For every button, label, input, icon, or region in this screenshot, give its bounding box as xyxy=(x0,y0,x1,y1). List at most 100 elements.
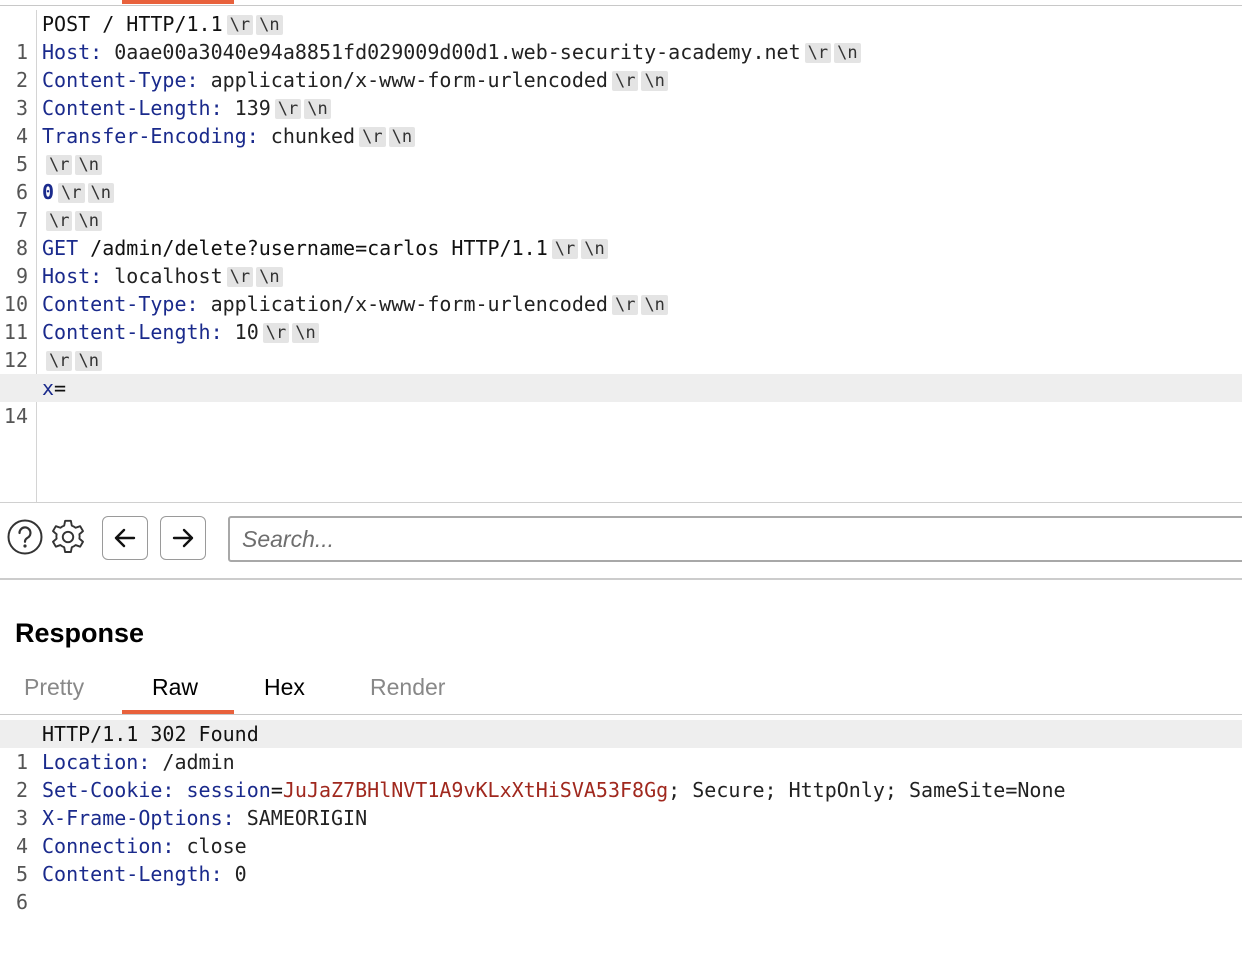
tab-hex[interactable]: Hex xyxy=(264,674,305,701)
lf-marker: \n xyxy=(581,239,608,259)
lf-marker: \n xyxy=(641,295,668,315)
request-line-12: 12 Content-Length: 10 \r \n xyxy=(0,318,1242,372)
cr-marker: \r xyxy=(262,323,290,343)
lf-marker: \n xyxy=(304,99,331,119)
body-param-equals: = xyxy=(54,376,67,400)
lf-marker: \n xyxy=(388,127,416,147)
arrow-right-icon xyxy=(172,528,194,548)
cr-marker: \r xyxy=(274,99,302,119)
header-name: Location xyxy=(42,750,139,774)
status-line: HTTP/1.1 302 Found xyxy=(42,722,259,746)
header-name: Content-Length xyxy=(42,862,211,886)
response-title: Response xyxy=(15,618,145,648)
request-line-7: 7 0 \r \n xyxy=(0,178,1242,232)
settings-button[interactable] xyxy=(49,516,87,558)
tab-pretty[interactable]: Pretty xyxy=(24,674,84,701)
active-tab-indicator xyxy=(122,0,234,4)
request-line-4: 4 Content-Length: 139 \r \n xyxy=(0,94,1242,148)
lf-marker: \n xyxy=(256,15,283,35)
cookie-value: JuJaZ7BHlNVT1A9vKLxXtHiSVA53F8Gg xyxy=(282,778,669,802)
lf-marker: \n xyxy=(292,323,319,343)
cookie-name: session xyxy=(186,778,271,802)
tab-raw[interactable]: Raw xyxy=(152,674,198,701)
request-line-1: 1 POST / HTTP/1.1 \r \n xyxy=(0,10,1242,64)
cookie-attributes: ; Secure; HttpOnly; SameSite=None xyxy=(668,778,1066,802)
smuggled-method: GET xyxy=(42,236,79,260)
cr-marker: \r xyxy=(58,183,85,203)
header-value: 0 xyxy=(234,862,247,886)
tab-render[interactable]: Render xyxy=(370,674,445,701)
top-tab-strip xyxy=(0,0,1242,6)
help-button[interactable] xyxy=(6,516,44,558)
request-line-13: 13 \r\n xyxy=(0,346,1242,400)
header-name: Host xyxy=(42,40,91,64)
editor-toolbar-divider xyxy=(0,502,1242,503)
request-editor[interactable]: 1 POST / HTTP/1.1 \r \n 2 Host: 0aae00a304… xyxy=(0,10,1242,428)
header-value: SAMEORIGIN xyxy=(246,806,368,830)
response-line-4: 4 X-Frame-Options: SAMEORIGIN xyxy=(0,804,1242,858)
request-line-10: 10 Host: localhost \r \n xyxy=(0,262,1242,316)
cr-marker: \r xyxy=(359,127,386,147)
line-number: 6 xyxy=(15,890,28,914)
header-value: chunked xyxy=(270,124,356,148)
request-line-14: 14 x= xyxy=(0,374,1242,428)
cr-marker: \r xyxy=(226,15,254,35)
cr-marker: \r xyxy=(46,351,73,371)
line-number: 14 xyxy=(3,404,28,428)
cr-marker: \r xyxy=(804,43,832,63)
request-line-5: 5 Transfer-Encoding: chunked \r \n xyxy=(0,122,1242,176)
lf-marker: \n xyxy=(75,211,102,231)
lf-marker: \n xyxy=(87,183,115,203)
cr-marker: \r xyxy=(46,155,73,175)
response-line-1: 1 HTTP/1.1 302 Found xyxy=(0,720,1242,774)
arrow-left-icon xyxy=(114,528,136,548)
back-button[interactable] xyxy=(102,516,148,560)
header-name: Content-Length xyxy=(42,320,211,344)
request-line-11: 11 Content-Type: application/x-www-form-… xyxy=(0,290,1242,344)
top-divider xyxy=(0,5,1242,6)
tabs-divider xyxy=(0,714,1242,715)
smuggled-request-line: /admin/delete?username=carlos HTTP/1.1 xyxy=(90,236,548,260)
chunk-size: 0 xyxy=(42,180,55,204)
cr-marker: \r xyxy=(611,71,639,91)
response-line-2: 2 Location: /admin xyxy=(0,748,1242,802)
cr-marker: \r xyxy=(551,239,579,259)
header-value: /admin xyxy=(162,750,235,774)
cr-marker: \r xyxy=(611,295,639,315)
help-circle-icon xyxy=(7,519,43,555)
request-line-3: 3 Content-Type: application/x-www-form-u… xyxy=(0,66,1242,120)
lf-marker: \n xyxy=(75,155,102,175)
header-name: X-Frame-Options xyxy=(42,806,223,830)
request-line-8: 8 \r \n xyxy=(0,206,1242,260)
gear-icon xyxy=(52,519,84,553)
header-value: localhost xyxy=(114,264,223,288)
forward-button[interactable] xyxy=(160,516,206,560)
header-name: Connection xyxy=(42,834,163,858)
header-name: Content-Type xyxy=(42,68,187,92)
lf-marker: \n xyxy=(834,43,861,63)
request-line-6: 6 \r \n xyxy=(0,150,1242,204)
response-viewer[interactable]: 1 HTTP/1.1 302 Found 2 Location: /admin … xyxy=(0,720,1242,914)
header-value: 10 xyxy=(234,320,259,344)
request-line-2: 2 Host: 0aae00a3040e94a8851fd029009d00d1… xyxy=(0,38,1242,92)
cr-marker: \r xyxy=(46,211,73,231)
header-value: application/x-www-form-urlencoded xyxy=(210,292,608,316)
request-line-9: 9 GET /admin/delete?username=carlos HTTP… xyxy=(0,234,1242,288)
header-name: Set-Cookie xyxy=(42,778,163,802)
response-line-5: 5 Connection: close xyxy=(0,832,1242,886)
response-line-6: 6 Content-Length: 0 xyxy=(0,860,1242,914)
search-input[interactable] xyxy=(228,516,1242,562)
panel-divider xyxy=(0,578,1242,580)
header-name: Content-Length xyxy=(42,96,211,120)
header-name: Transfer-Encoding xyxy=(42,124,247,148)
lf-marker: \n xyxy=(641,71,668,91)
header-name: Host xyxy=(42,264,91,288)
header-value: close xyxy=(186,834,247,858)
request-line: POST / HTTP/1.1 xyxy=(42,12,223,36)
cookie-equals: = xyxy=(270,778,283,802)
header-value: application/x-www-form-urlencoded xyxy=(210,68,608,92)
header-value: 139 xyxy=(234,96,271,120)
lf-marker: \n xyxy=(75,351,102,371)
body-param-name: x xyxy=(42,376,55,400)
header-value: 0aae00a3040e94a8851fd029009d00d1.web-sec… xyxy=(114,40,801,64)
